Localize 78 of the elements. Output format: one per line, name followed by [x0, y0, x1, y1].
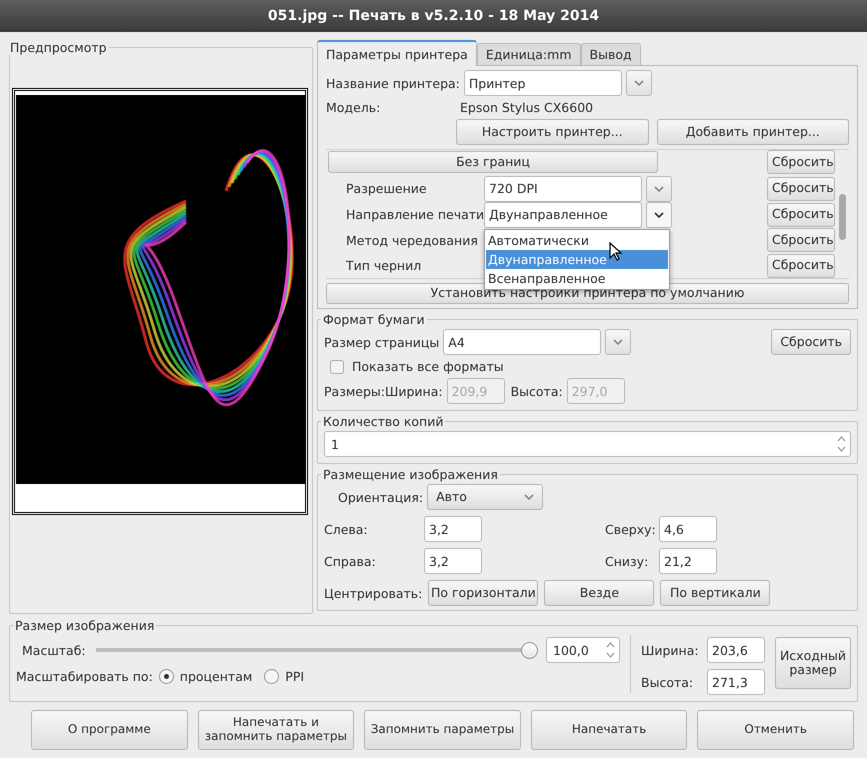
- scrollbar-thumb[interactable]: [838, 194, 846, 240]
- center-button[interactable]: Везде: [544, 580, 654, 606]
- radio-button[interactable]: [264, 669, 280, 684]
- option-label: Метод чередования: [346, 232, 479, 248]
- top-margin-field[interactable]: 4,6: [659, 516, 717, 542]
- tab[interactable]: Параметры принтера: [317, 40, 477, 66]
- field-label: Снизу:: [605, 554, 650, 568]
- reset-button[interactable]: Сбросить: [767, 176, 835, 201]
- page-size-field[interactable]: A4: [443, 329, 602, 355]
- height-field[interactable]: 271,3: [707, 669, 765, 695]
- group-title: Размещение изображения: [322, 467, 499, 482]
- tab[interactable]: Вывод: [580, 43, 641, 66]
- chevron-down-icon: [634, 80, 644, 86]
- radio-label: PPI: [285, 669, 304, 684]
- option-label: Тип чернил: [346, 258, 422, 274]
- chevron-down-icon: [613, 339, 624, 345]
- model-value: Epson Stylus CX6600: [460, 100, 594, 115]
- right-margin-field[interactable]: 3,2: [424, 548, 482, 574]
- field-label: Сверху:: [605, 522, 655, 536]
- reset-button[interactable]: Сбросить: [767, 150, 835, 174]
- action-button[interactable]: Запомнить параметры: [364, 710, 521, 750]
- field-label: Масштабировать по:: [16, 669, 153, 684]
- scale-field[interactable]: 100,0: [546, 637, 620, 663]
- center-button[interactable]: По горизонтали: [428, 580, 538, 606]
- printer-name-field[interactable]: Принтер: [464, 70, 622, 96]
- action-button[interactable]: О программе: [31, 710, 188, 750]
- field-label: Справа:: [324, 554, 377, 568]
- action-button[interactable]: Напечатать: [530, 710, 688, 750]
- checkbox[interactable]: [330, 360, 344, 374]
- group-title: Предпросмотр: [9, 40, 108, 55]
- reset-button[interactable]: Сбросить: [767, 254, 835, 278]
- dropdown-field[interactable]: 720 DPI: [484, 176, 642, 202]
- group-title: Размер изображения: [14, 618, 156, 633]
- width-field[interactable]: 203,6: [707, 637, 765, 663]
- action-button[interactable]: Отменить: [697, 710, 854, 750]
- field-label: Высота:: [510, 384, 563, 398]
- printer-button[interactable]: Добавить принтер...: [656, 119, 849, 145]
- copies-field[interactable]: 1: [324, 431, 851, 457]
- chevron-down-icon: [654, 186, 664, 192]
- orientation-dropdown[interactable]: Авто: [427, 484, 544, 510]
- field-label: Слева:: [324, 522, 369, 536]
- option-label: Направление печати: [346, 207, 484, 222]
- original-size-button[interactable]: Исходный размер: [775, 637, 851, 689]
- chevron-down-icon: [654, 212, 664, 218]
- field-label: Ширина:: [641, 642, 700, 658]
- window-title: 051.jpg -- Печать в v5.2.10 - 18 May 2014: [0, 0, 867, 32]
- spin-arrows-icon[interactable]: [837, 435, 846, 453]
- slider-handle[interactable]: [521, 642, 538, 658]
- spin-arrows-icon[interactable]: [606, 641, 615, 659]
- checkbox-label: Показать все форматы: [352, 359, 504, 374]
- tab[interactable]: Единица:mm: [476, 43, 581, 66]
- field-label: Размеры:Ширина:: [324, 384, 443, 398]
- printer-button[interactable]: Настроить принтер...: [456, 119, 648, 145]
- field-label: Масштаб:: [21, 642, 86, 658]
- option-label: Разрешение: [346, 181, 428, 196]
- dropdown-field[interactable]: Двунаправленное: [484, 202, 642, 228]
- radio-label: процентам: [180, 669, 252, 684]
- field-label: Название принтера:: [326, 76, 460, 90]
- reset-button[interactable]: Сбросить: [767, 228, 835, 252]
- bottom-margin-field[interactable]: 21,2: [659, 548, 717, 574]
- field-label: Центрировать:: [324, 586, 422, 600]
- field-label: Модель:: [326, 100, 382, 115]
- center-button[interactable]: По вертикали: [660, 580, 770, 606]
- field-label: Размер страницы: [324, 334, 440, 350]
- field-label: Высота:: [641, 674, 694, 690]
- mouse-pointer-icon: [609, 242, 623, 262]
- radio-button[interactable]: [158, 669, 174, 684]
- action-button[interactable]: Напечатать и запомнить параметры: [198, 710, 354, 750]
- group-title: Формат бумаги: [322, 312, 426, 327]
- menu-item[interactable]: Всенаправленное: [486, 268, 668, 288]
- group-title: Количество копий: [322, 414, 444, 429]
- reset-button[interactable]: Сбросить: [771, 329, 851, 355]
- chevron-down-icon: [524, 494, 534, 500]
- option-button[interactable]: Без границ: [328, 151, 658, 174]
- left-margin-field[interactable]: 3,2: [424, 516, 482, 542]
- field-label: Ориентация:: [338, 490, 424, 504]
- dropdown-button[interactable]: [646, 202, 672, 228]
- reset-button[interactable]: Сбросить: [767, 202, 835, 227]
